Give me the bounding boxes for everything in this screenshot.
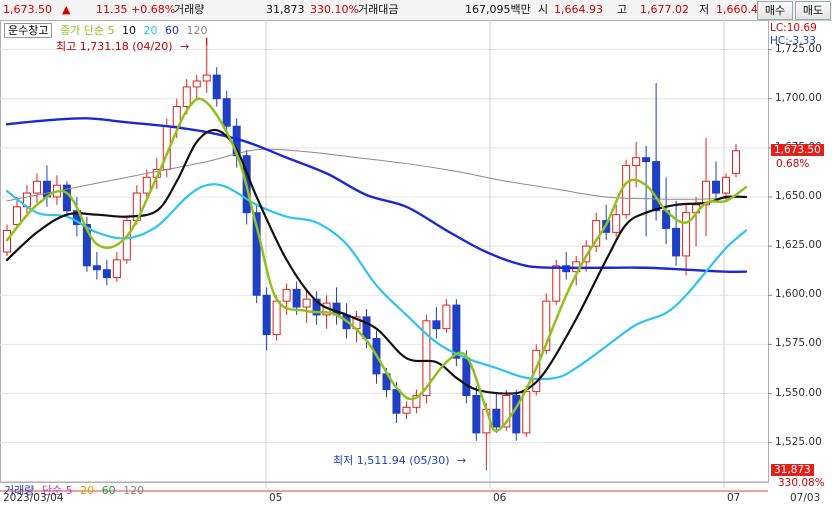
candle: [392, 389, 401, 414]
candle: [452, 304, 461, 359]
amount-value: 167,095백만: [465, 3, 531, 16]
volume-box: 31,873: [771, 464, 814, 476]
candle: [472, 395, 481, 434]
candle: [102, 269, 111, 279]
volume-percent: 330.10%: [310, 3, 359, 16]
x-axis-start: 2023/03/04: [3, 492, 64, 504]
quote-bar: 1,673.50 ▲ 11.35 +0.68% 거래량 31,873 330.1…: [0, 0, 832, 21]
candle: [612, 214, 621, 233]
candle: [722, 176, 731, 194]
change-percent: +0.68%: [131, 3, 176, 16]
x-axis-june: 06: [493, 492, 507, 504]
candle: [522, 391, 531, 434]
candle: [732, 150, 740, 174]
y-tick-label: 1,550.00: [775, 386, 822, 399]
candle: [182, 86, 191, 108]
candle: [282, 288, 291, 302]
volume-ma20-legend[interactable]: 20: [80, 484, 94, 497]
candle: [32, 180, 41, 194]
candle: [192, 80, 201, 88]
amount-label: 거래대금: [358, 3, 399, 16]
change-value: 11.35: [96, 3, 128, 16]
candle: [552, 265, 561, 302]
candle: [462, 357, 471, 397]
candle: [632, 157, 641, 167]
candle: [682, 212, 691, 257]
candle: [202, 74, 211, 82]
y-tick-label: 1,725.00: [775, 42, 822, 55]
lc-value: LC:10.69: [770, 22, 817, 34]
candle: [492, 408, 501, 428]
high-annotation: 최고 1,731.18 (04/20) →: [56, 38, 189, 54]
candle: [272, 300, 281, 336]
high-value: 1,677.02: [640, 3, 689, 16]
y-tick-label: 1,650.00: [775, 189, 822, 202]
y-tick-label: 1,600.00: [775, 288, 822, 301]
candle: [12, 206, 21, 225]
candle: [262, 294, 271, 336]
high-label: 고: [617, 3, 628, 16]
open-value: 1,664.93: [554, 3, 603, 16]
current-price-box: 1,673.50: [771, 144, 824, 156]
ma10-legend[interactable]: 10: [122, 24, 136, 37]
high-annotation-text: 최고 1,731.18 (04/20): [56, 40, 173, 53]
ma60-legend[interactable]: 60: [165, 24, 179, 37]
candle: [142, 176, 151, 194]
indicator-selector[interactable]: 운수창고: [4, 23, 53, 38]
low-annotation-text: 최저 1,511.94 (05/30): [333, 454, 450, 467]
candle: [292, 288, 301, 308]
y-tick-label: 1,700.00: [775, 91, 822, 104]
candle: [432, 320, 441, 330]
volume-percent-axis: 330.08%: [778, 477, 825, 489]
volume-ma60-legend[interactable]: 60: [102, 484, 116, 497]
x-axis-end: 07/03: [790, 492, 821, 504]
price-chart[interactable]: [0, 20, 832, 508]
right-arrow-icon: →: [180, 40, 190, 53]
candle: [92, 265, 101, 271]
candle: [672, 227, 681, 257]
ma20-legend[interactable]: 20: [143, 24, 157, 37]
ma120-legend[interactable]: 120: [186, 24, 207, 37]
volume-label: 거래량: [174, 3, 205, 16]
low-annotation: 최저 1,511.94 (05/30) →: [333, 452, 466, 468]
candle: [402, 406, 411, 414]
candle: [302, 298, 311, 308]
candle: [642, 157, 651, 163]
chart-legend: 운수창고 종가 단순 5 10 20 60 120: [4, 22, 211, 38]
plot-area: [0, 20, 769, 483]
sell-button[interactable]: 매도: [795, 1, 831, 20]
candle: [112, 259, 121, 279]
volume-ma120-legend[interactable]: 120: [123, 484, 144, 497]
x-axis-may: 05: [269, 492, 283, 504]
current-price: 1,673.50: [3, 3, 52, 16]
candle: [362, 316, 371, 340]
up-arrow-icon: ▲: [62, 3, 71, 16]
candle: [652, 161, 661, 212]
current-price-percent: 0.68%: [776, 158, 810, 170]
candle: [222, 98, 231, 127]
candle: [622, 165, 631, 216]
open-label: 시: [538, 3, 549, 16]
buy-button[interactable]: 매수: [757, 1, 793, 20]
y-tick-label: 1,525.00: [775, 435, 822, 448]
right-arrow-icon: →: [457, 454, 467, 467]
low-label: 저: [699, 3, 710, 16]
candle: [712, 180, 721, 194]
y-tick-label: 1,625.00: [775, 239, 822, 252]
x-axis-july: 07: [727, 492, 741, 504]
candle: [442, 304, 451, 330]
ma5-legend[interactable]: 종가 단순 5: [60, 24, 114, 37]
y-tick-label: 1,575.00: [775, 337, 822, 350]
candle: [212, 74, 221, 100]
volume-value: 31,873: [266, 3, 305, 16]
